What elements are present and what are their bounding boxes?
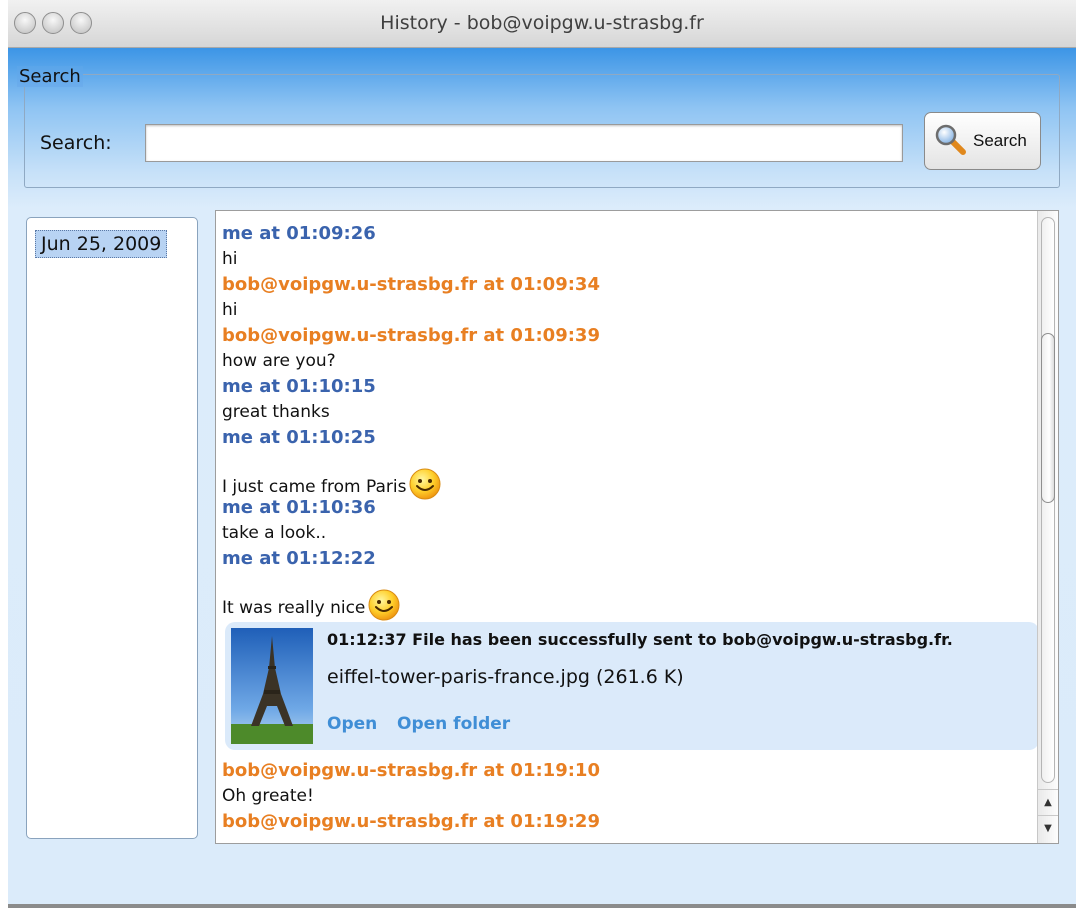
bottom-divider [8,904,1076,908]
message-text: I just came from Paris [222,477,407,497]
smiley-icon [368,589,400,621]
vertical-scrollbar[interactable]: ▲ ▼ [1037,211,1058,843]
message-with-emoticon: I just came from Paris [222,451,1037,500]
date-item[interactable]: Jun 25, 2009 [35,230,168,258]
scroll-thumb[interactable] [1041,333,1055,503]
eiffel-tower-thumbnail[interactable] [231,628,313,744]
message-header: bob@voipgw.u-strasbg.fr at 01:19:29 [222,811,600,832]
open-folder-link[interactable]: Open folder [397,714,510,734]
message-header: bob@voipgw.u-strasbg.fr at 01:09:34 [222,274,600,295]
message-header: me at 01:10:25 [222,427,376,448]
message-header: bob@voipgw.u-strasbg.fr at 01:09:39 [222,325,600,346]
message-text: take a look.. [222,523,327,543]
search-button[interactable]: Search [924,112,1041,170]
message-with-emoticon: It was really nice [222,572,1037,621]
search-group-label: Search [17,66,83,87]
message-text: hi [222,300,238,320]
message-list: me at 01:09:26 hi bob@voipgw.u-strasbg.f… [222,221,1039,835]
message-text: how are you? [222,351,336,371]
open-file-link[interactable]: Open [327,714,377,734]
file-transfer-notice: 01:12:37 File has been successfully sent… [225,622,1039,750]
smiley-icon [409,468,441,500]
magnifier-icon [935,124,966,155]
scroll-down-arrow[interactable]: ▼ [1038,815,1058,841]
file-transfer-status: 01:12:37 File has been successfully sent… [327,630,953,649]
title-bar: History - bob@voipgw.u-strasbg.fr [8,0,1076,48]
message-header: bob@voipgw.u-strasbg.fr at 01:19:10 [222,760,600,781]
history-window: History - bob@voipgw.u-strasbg.fr Search… [8,0,1076,908]
chat-history-pane: me at 01:09:26 hi bob@voipgw.u-strasbg.f… [215,210,1059,844]
search-input[interactable] [145,124,903,162]
file-name: eiffel-tower-paris-france.jpg (261.6 K) [327,666,684,688]
search-label: Search: [40,132,112,154]
message-text: Oh greate! [222,786,314,806]
message-header: me at 01:10:15 [222,376,376,397]
date-list: Jun 25, 2009 [26,217,198,839]
scroll-up-arrow[interactable]: ▲ [1038,789,1058,815]
message-text: It was really nice [222,598,366,618]
search-button-label: Search [973,131,1027,150]
message-header: me at 01:09:26 [222,223,376,244]
message-header: me at 01:12:22 [222,548,376,569]
message-text: great thanks [222,402,330,422]
window-title: History - bob@voipgw.u-strasbg.fr [380,12,704,34]
message-header: me at 01:10:36 [222,497,376,518]
message-text: hi [222,249,238,269]
